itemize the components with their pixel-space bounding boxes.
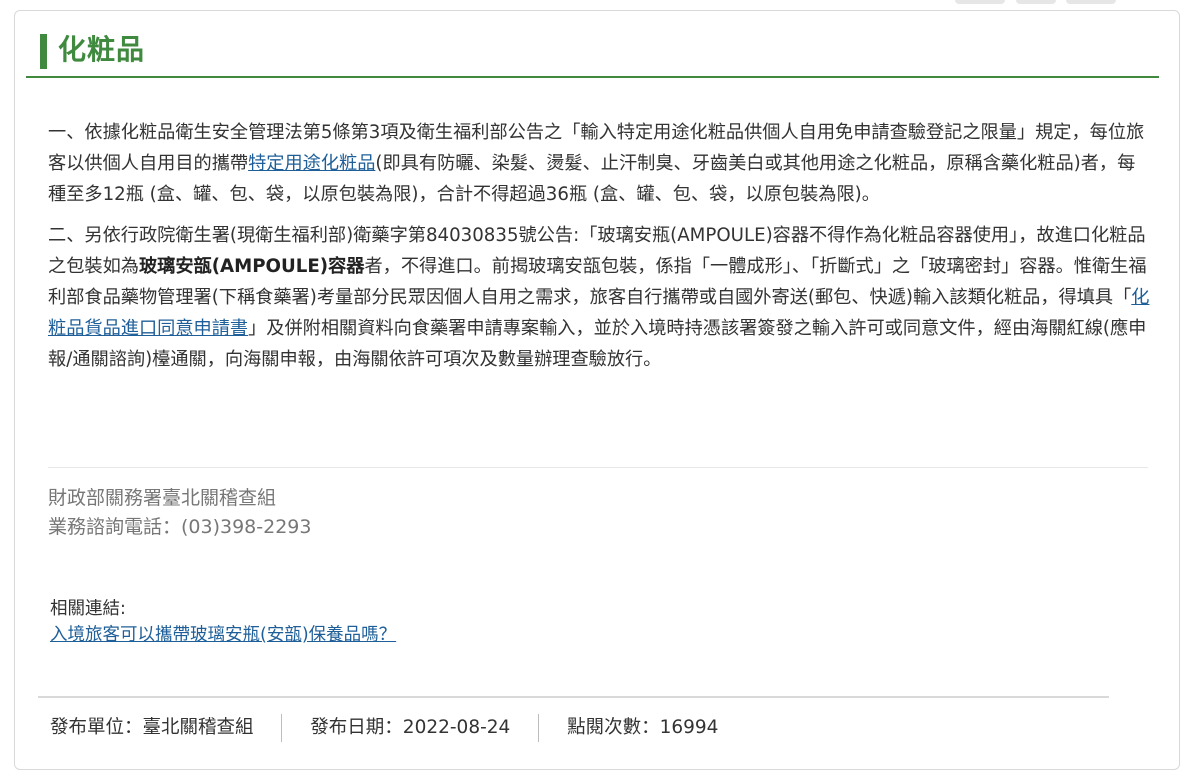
top-decoration [1066,0,1116,4]
publish-date: 發布日期：2022-08-24 [310,717,511,738]
paragraph-2: 二、另依行政院衛生署(現衛生福利部)衛藥字第84030835號公告:「玻璃安瓶(… [48,220,1150,375]
publish-unit: 發布單位：臺北關稽查組 [50,717,254,738]
section-divider [48,467,1148,468]
special-purpose-cosmetics-link[interactable]: 特定用途化粧品 [248,153,375,174]
paragraph-1: 一、依據化粧品衛生安全管理法第5條第3項及衛生福利部公告之「輸入特定用途化粧品供… [48,117,1150,210]
related-links: 相關連結: 入境旅客可以攜帶玻璃安瓶(安瓿)保養品嗎？ [50,596,396,648]
view-count: 點閱次數：16994 [567,717,719,738]
page-title: 化粧品 [58,33,146,66]
ampoule-container-emphasis: 玻璃安瓿(AMPOULE)容器 [138,256,365,277]
footer-divider [38,696,1109,698]
footer-separator [538,714,540,742]
footer-separator [281,714,283,742]
title-accent-bar [40,34,47,69]
top-decoration [955,0,1005,4]
publish-info-footer: 發布單位：臺北關稽查組 發布日期：2022-08-24 點閱次數：16994 [50,714,718,742]
related-link-ampoule-faq[interactable]: 入境旅客可以攜帶玻璃安瓶(安瓿)保養品嗎？ [50,622,396,648]
article-body: 一、依據化粧品衛生安全管理法第5條第3項及衛生福利部公告之「輸入特定用途化粧品供… [48,117,1150,385]
top-decoration [1016,0,1056,4]
contact-info: 財政部關務署臺北關稽查組 業務諮詢電話：(03)398-2293 [48,484,311,542]
related-links-label: 相關連結: [50,599,126,619]
contact-phone: 業務諮詢電話：(03)398-2293 [48,516,312,538]
contact-organization: 財政部關務署臺北關稽查組 [48,487,277,509]
section-header: 化粧品 [26,32,1159,78]
